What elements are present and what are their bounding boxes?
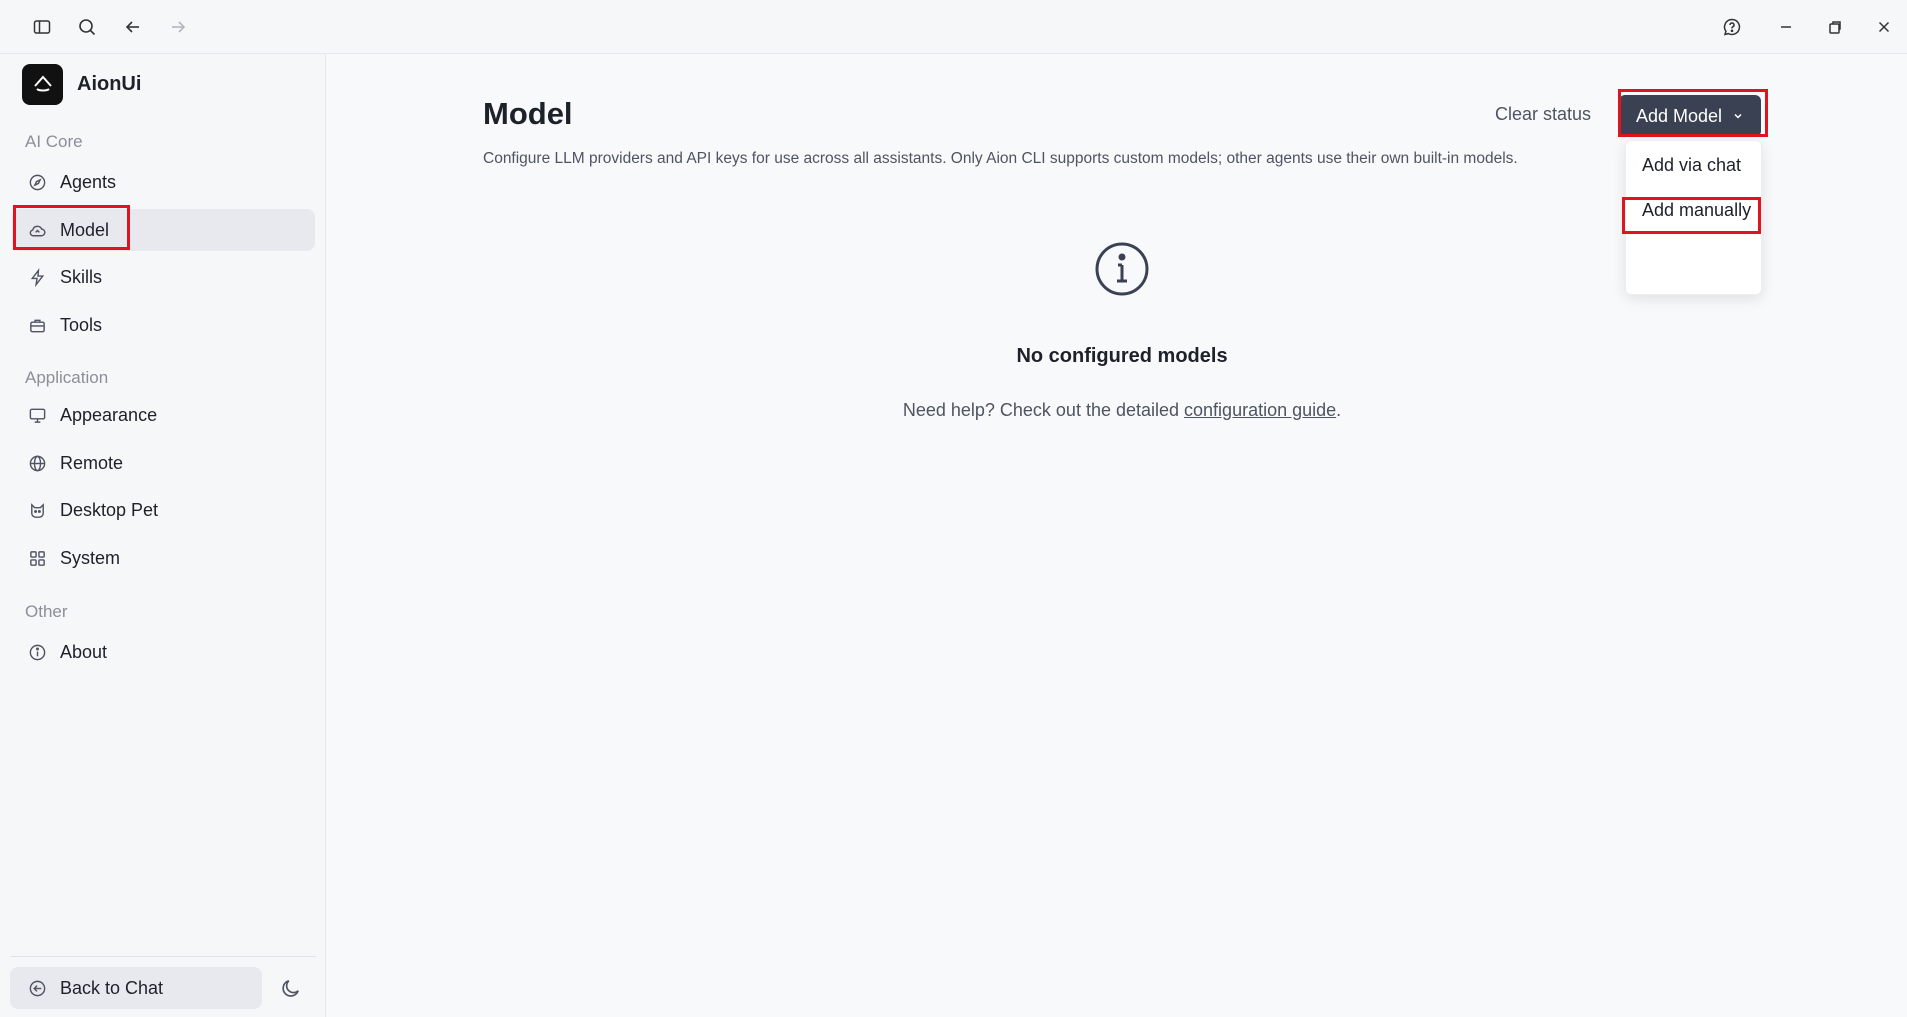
add-model-button[interactable]: Add Model [1619,95,1761,137]
minimize-icon[interactable] [1770,11,1802,43]
section-label-other: Other [25,602,68,621]
sidebar-toggle-icon[interactable] [26,11,58,43]
empty-state-title: No configured models [1016,345,1228,367]
compass-icon [26,171,48,193]
empty-state-help: Need help? Check out the detailed config… [327,400,1907,421]
sidebar-item-about[interactable]: About [12,631,315,673]
info-circle-icon [1094,241,1150,297]
title-bar [0,0,1907,54]
sidebar-item-label: Skills [60,266,103,287]
close-icon[interactable] [1868,11,1900,43]
cloud-icon [26,219,48,241]
add-model-dropdown: Add via chat Add manually [1625,140,1762,295]
help-suffix: . [1336,400,1342,420]
sidebar: AionUi AI Core Agents Model Skills Tools… [0,54,326,1017]
sidebar-item-desktop-pet[interactable]: Desktop Pet [12,489,315,531]
search-icon[interactable] [71,11,103,43]
sidebar-item-label: Model [60,219,110,240]
restore-icon[interactable] [1819,11,1851,43]
pet-icon [26,499,48,521]
theme-toggle-moon-icon[interactable] [276,973,306,1003]
configuration-guide-link[interactable]: configuration guide [1184,400,1336,420]
sidebar-item-label: About [60,641,108,662]
sidebar-item-label: Appearance [60,404,158,425]
globe-icon [26,452,48,474]
arrow-circle-left-icon [26,977,48,999]
sidebar-item-label: Agents [60,171,117,192]
brand: AionUi [22,63,142,105]
chevron-down-icon [1732,110,1744,122]
lightning-icon [26,266,48,288]
sidebar-item-label: Desktop Pet [60,499,159,520]
arrow-right-icon[interactable] [162,11,194,43]
sidebar-item-remote[interactable]: Remote [12,442,315,484]
add-model-label: Add Model [1635,105,1723,126]
brand-name: AionUi [77,72,142,95]
sidebar-item-label: Remote [60,452,124,473]
info-icon [26,641,48,663]
clear-status-button[interactable]: Clear status [1495,104,1591,125]
help-prefix: Need help? Check out the detailed [902,400,1185,420]
section-label-application: Application [25,368,109,387]
sidebar-item-label: Tools [60,314,103,335]
sidebar-item-skills[interactable]: Skills [12,256,315,298]
grid-icon [26,547,48,569]
sidebar-item-tools[interactable]: Tools [12,304,315,346]
page-description: Configure LLM providers and API keys for… [483,150,1518,167]
back-to-chat-label: Back to Chat [60,977,164,998]
aionui-logo-icon [22,63,63,105]
sidebar-divider [10,956,316,957]
monitor-icon [26,404,48,426]
help-chat-icon[interactable] [1716,11,1748,43]
sidebar-item-agents[interactable]: Agents [12,161,315,203]
section-label-ai-core: AI Core [25,132,83,151]
sidebar-item-system[interactable]: System [12,537,315,579]
sidebar-item-appearance[interactable]: Appearance [12,394,315,436]
back-to-chat-button[interactable]: Back to Chat [10,967,262,1009]
toolbox-icon [26,314,48,336]
page-title: Model [483,96,573,131]
arrow-left-icon[interactable] [117,11,149,43]
sidebar-item-model[interactable]: Model [12,209,315,251]
dropdown-item-add-via-chat[interactable]: Add via chat [1642,155,1741,176]
sidebar-item-label: System [60,547,121,568]
main-content: Model Configure LLM providers and API ke… [327,54,1907,1017]
dropdown-item-add-manually[interactable]: Add manually [1642,200,1751,221]
